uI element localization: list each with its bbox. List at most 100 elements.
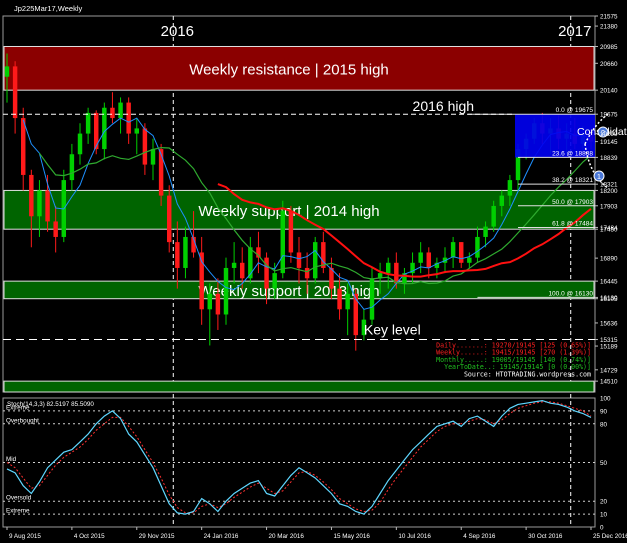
- candle-body: [150, 149, 156, 165]
- stoch-tick-label: 80: [600, 421, 608, 428]
- time-tick-label: 10 Jul 2016: [398, 533, 431, 540]
- stoch-level-label: Extreme: [6, 404, 30, 411]
- candle-body: [499, 195, 505, 206]
- stoch-tick-label: 90: [600, 408, 608, 415]
- candle-body: [385, 262, 391, 274]
- candle-body: [507, 180, 513, 196]
- candle-body: [223, 267, 229, 315]
- candle-body: [369, 278, 375, 320]
- candle-body: [312, 242, 318, 279]
- candle-body: [467, 257, 472, 263]
- stoch-tick-label: 20: [600, 499, 608, 506]
- candle-body: [215, 293, 221, 315]
- info-line: Source: HTOTRADING.wordpress.com: [464, 371, 591, 379]
- price-tick-label: 19299: [600, 131, 618, 138]
- price-tick-label: 20985: [600, 44, 618, 51]
- stoch-level-label: Extreme: [6, 508, 30, 515]
- scenario-marker-1-label: 1: [597, 172, 601, 181]
- candle-body: [475, 236, 480, 258]
- candle-body: [280, 211, 286, 274]
- stoch-tick-label: 0: [600, 525, 604, 532]
- candle-body: [288, 211, 294, 253]
- price-tick-label: 16105: [600, 296, 618, 303]
- price-tick-label: 16445: [600, 279, 618, 286]
- price-tick-label: 21380: [600, 24, 618, 31]
- candle-body: [77, 133, 83, 155]
- stoch-level-label: Mid: [6, 456, 17, 463]
- time-tick-label: 29 Nov 2015: [139, 533, 175, 540]
- price-tick-label: 14729: [600, 367, 618, 374]
- price-tick-label: 20660: [600, 61, 618, 68]
- candle-body: [4, 66, 10, 77]
- zone-band: [3, 380, 595, 393]
- candle-body: [264, 257, 269, 289]
- candle-body: [418, 252, 423, 263]
- fib-label: 100.0 @ 16130: [548, 290, 593, 297]
- time-tick-label: 9 Aug 2015: [9, 533, 41, 540]
- candle-body: [118, 102, 123, 119]
- candle-body: [458, 242, 464, 263]
- time-tick-label: 15 May 2016: [333, 533, 370, 540]
- time-tick-label: 25 Dec 2016: [593, 533, 627, 540]
- fib-label: 50.0 @ 17903: [552, 199, 593, 206]
- candle-body: [85, 112, 91, 134]
- candle-body: [426, 252, 432, 268]
- candle-body: [134, 128, 140, 134]
- candle-body: [239, 262, 245, 279]
- key-level-label: Key level: [364, 322, 421, 338]
- year-label: 2016: [161, 23, 194, 40]
- candle-body: [337, 288, 342, 310]
- price-tick-label: 14510: [600, 379, 618, 386]
- stoch-tick-label: 10: [600, 512, 608, 519]
- time-tick-label: 24 Jan 2016: [204, 533, 239, 540]
- candle-body: [175, 242, 180, 268]
- price-tick-label: 17903: [600, 203, 618, 210]
- candle-body: [142, 128, 148, 165]
- year-label: 2017: [558, 23, 591, 40]
- candle-body: [110, 107, 115, 119]
- price-tick-label: 17450: [600, 227, 618, 234]
- price-tick-label: 18839: [600, 155, 618, 162]
- candle-body: [483, 226, 488, 237]
- price-tick-label: 15636: [600, 320, 618, 327]
- stoch-tick-label: 100: [600, 396, 611, 403]
- price-tick-label: 19675: [600, 112, 618, 119]
- price-tick-label: 18200: [600, 188, 618, 195]
- candle-body: [207, 293, 213, 310]
- candle-body: [231, 262, 237, 268]
- candle-body: [158, 149, 164, 196]
- price-tick-label: 21575: [600, 14, 618, 21]
- price-tick-label: 19145: [600, 139, 618, 146]
- candle-body: [20, 118, 26, 175]
- candle-body: [450, 242, 456, 258]
- zone-label: Weekly resistance | 2015 high: [189, 61, 389, 78]
- candle-body: [12, 66, 18, 119]
- time-tick-label: 20 Mar 2016: [269, 533, 305, 540]
- candle-body: [304, 267, 310, 279]
- fib-label: 0.0 @ 19675: [556, 107, 594, 114]
- candle-body: [53, 221, 58, 237]
- price-tick-label: 16890: [600, 256, 618, 263]
- candle-body: [272, 273, 277, 289]
- candle-body: [345, 293, 350, 310]
- candle-body: [353, 293, 359, 336]
- time-tick-label: 30 Oct 2016: [528, 533, 563, 540]
- stoch-tick-label: 50: [600, 460, 608, 467]
- stoch-level-label: Overbought: [6, 417, 39, 424]
- candle-body: [296, 252, 302, 268]
- candle-body: [37, 190, 42, 217]
- price-tick-label: 15189: [600, 344, 618, 351]
- candle-body: [394, 262, 399, 284]
- candle-body: [69, 154, 75, 181]
- window-title: Jp225Mar17,Weekly: [14, 4, 82, 13]
- candle-body: [45, 190, 50, 222]
- chart: Weekly resistance | 2015 highWeekly supp…: [2, 4, 627, 540]
- fib-label: 61.8 @ 17484: [552, 220, 593, 227]
- time-tick-label: 4 Sep 2016: [463, 533, 496, 540]
- fib-label: 38.2 @ 18321: [552, 177, 593, 184]
- candle-body: [29, 174, 34, 217]
- stoch-level-label: Oversold: [6, 495, 32, 502]
- candle-body: [491, 205, 496, 227]
- candle-body: [166, 195, 172, 243]
- high-2016-label: 2016 high: [413, 98, 475, 114]
